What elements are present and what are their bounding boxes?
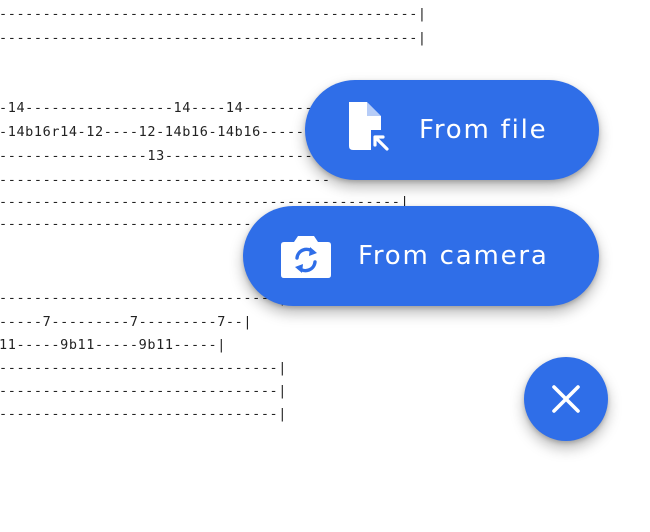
tab-line: --------------------------------| bbox=[0, 406, 288, 422]
tab-line: 11-----9b11-----9b11-----| bbox=[0, 337, 226, 353]
from-file-label: From file bbox=[419, 115, 548, 145]
tab-line: --------------------------------| bbox=[0, 360, 288, 376]
from-camera-button[interactable]: From camera bbox=[243, 206, 599, 306]
from-camera-label: From camera bbox=[358, 241, 549, 271]
tab-line: ----------------------------------------… bbox=[0, 6, 427, 22]
file-import-icon bbox=[343, 100, 403, 160]
tab-line: --------------------------------| bbox=[0, 383, 288, 399]
tab-line: -----------------13------------------- bbox=[0, 148, 331, 164]
app-screen: -------------------------------------- --… bbox=[0, 0, 650, 532]
tab-line: -----7---------7---------7--| bbox=[0, 314, 253, 330]
tab-line: -14-----------------14----14---------- bbox=[0, 100, 331, 116]
close-icon bbox=[549, 382, 583, 416]
tab-line: -------------------------------------- bbox=[0, 172, 331, 188]
camera-switch-icon bbox=[276, 226, 336, 286]
from-file-button[interactable]: From file bbox=[305, 80, 599, 180]
tab-line: ----------------------------------------… bbox=[0, 30, 427, 46]
tab-line: --------------------------------| bbox=[0, 290, 288, 306]
close-fab-button[interactable] bbox=[524, 357, 608, 441]
tab-line: -14b16r14-12----12-14b16-14b16-------- bbox=[0, 124, 331, 140]
